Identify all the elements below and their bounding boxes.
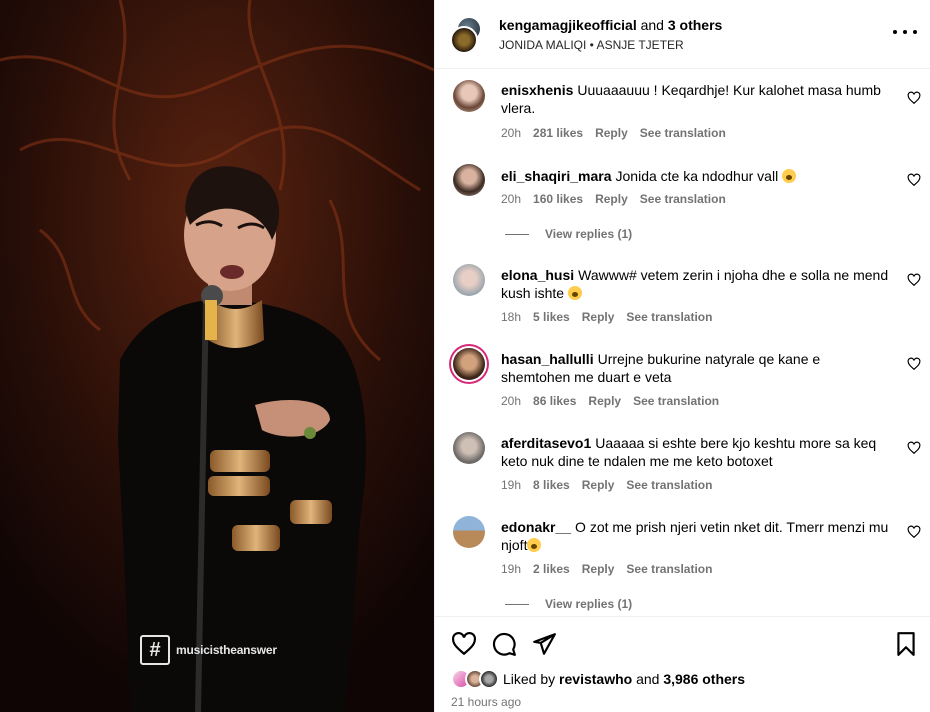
avatar[interactable] — [453, 348, 485, 380]
comment-time[interactable]: 20h — [501, 394, 521, 408]
collab-avatars[interactable] — [450, 16, 488, 54]
reply-button[interactable]: Reply — [588, 394, 621, 408]
comment-text: eli_shaqiri_mara Jonida cte ka ndodhur va… — [501, 167, 891, 185]
heart-icon[interactable] — [907, 173, 921, 187]
hashtag-logo-icon: # — [140, 635, 170, 665]
comment-username[interactable]: hasan_hallulli — [501, 351, 594, 367]
comment-likes[interactable]: 281 likes — [533, 126, 583, 140]
and-text: and — [636, 671, 660, 687]
comment-icon[interactable] — [491, 631, 517, 657]
comment-text: aferditasevo1 Uaaaaa si eshte bere kjo ke… — [501, 434, 891, 470]
comments-list[interactable]: enisxhenis Uuuaaauuu ! Keqardhje! Kur kal… — [435, 70, 930, 615]
share-icon[interactable] — [531, 631, 557, 657]
view-replies-label: View replies (1) — [545, 227, 633, 241]
see-translation-button[interactable]: See translation — [626, 310, 712, 324]
avatar[interactable] — [453, 80, 485, 112]
post-panel: kengamagjikeofficial and 3 others JONIDA… — [434, 0, 930, 712]
comment-username[interactable]: eli_shaqiri_mara — [501, 168, 612, 184]
liker-link[interactable]: revistawho — [559, 671, 632, 687]
comment-username[interactable]: enisxhenis — [501, 82, 573, 98]
comment-time[interactable]: 19h — [501, 478, 521, 492]
comment-body: Jonida cte ka ndodhur vall — [615, 168, 779, 184]
view-replies-button[interactable]: View replies (1) — [505, 227, 632, 241]
flushed-face-icon — [567, 286, 582, 300]
comment-text: elona_husi Wawww# vetem zerin i njoha dhe… — [501, 266, 891, 302]
astonished-face-icon — [527, 538, 542, 552]
reply-button[interactable]: Reply — [595, 192, 628, 206]
avatar — [450, 26, 478, 54]
heart-icon[interactable] — [451, 631, 477, 657]
comment-time[interactable]: 20h — [501, 126, 521, 140]
liked-by-label: Liked by — [503, 671, 556, 687]
heart-icon[interactable] — [907, 441, 921, 455]
heart-icon[interactable] — [907, 357, 921, 371]
likes-summary: Liked by revistawho and 3,986 others — [451, 669, 745, 689]
divider — [505, 603, 529, 605]
post-time[interactable]: 21 hours ago — [451, 695, 521, 709]
bookmark-icon[interactable] — [893, 631, 919, 657]
view-replies-label: View replies (1) — [545, 597, 633, 611]
more-options-icon[interactable] — [893, 22, 917, 42]
comment-meta: 20h 86 likes Reply See translation — [501, 394, 719, 408]
comment-text: enisxhenis Uuuaaauuu ! Keqardhje! Kur kal… — [501, 81, 891, 117]
avatar[interactable] — [453, 516, 485, 548]
see-translation-button[interactable]: See translation — [640, 126, 726, 140]
comment-meta: 19h 2 likes Reply See translation — [501, 562, 712, 576]
post-media[interactable]: # musicistheanswer — [0, 0, 434, 712]
comment-likes[interactable]: 2 likes — [533, 562, 570, 576]
heart-icon[interactable] — [907, 91, 921, 105]
comment-username[interactable]: elona_husi — [501, 267, 574, 283]
watermark: # musicistheanswer — [140, 635, 277, 665]
reply-button[interactable]: Reply — [595, 126, 628, 140]
post-view: # musicistheanswer kengamagjikeofficial … — [0, 0, 930, 712]
comment-time[interactable]: 19h — [501, 562, 521, 576]
comment-meta: 19h 8 likes Reply See translation — [501, 478, 712, 492]
watermark-text: musicistheanswer — [176, 643, 277, 657]
heart-icon[interactable] — [907, 273, 921, 287]
comment-username[interactable]: edonakr__ — [501, 519, 571, 535]
post-authors: kengamagjikeofficial and 3 others — [499, 17, 722, 33]
avatar[interactable] — [453, 264, 485, 296]
reply-button[interactable]: Reply — [582, 562, 615, 576]
reply-button[interactable]: Reply — [582, 478, 615, 492]
likes-text: Liked by revistawho and 3,986 others — [503, 671, 745, 687]
audio-subtitle[interactable]: JONIDA MALIQI • ASNJE TJETER — [499, 38, 684, 52]
others-link[interactable]: 3 others — [668, 17, 722, 33]
heart-icon[interactable] — [907, 525, 921, 539]
comment-likes[interactable]: 8 likes — [533, 478, 570, 492]
avatar[interactable] — [453, 164, 485, 196]
comment-likes[interactable]: 5 likes — [533, 310, 570, 324]
reply-button[interactable]: Reply — [582, 310, 615, 324]
astonished-face-icon — [782, 169, 797, 183]
comment-likes[interactable]: 86 likes — [533, 394, 576, 408]
post-header: kengamagjikeofficial and 3 others JONIDA… — [435, 0, 930, 69]
comment-time[interactable]: 18h — [501, 310, 521, 324]
view-replies-button[interactable]: View replies (1) — [505, 597, 632, 611]
comment-time[interactable]: 20h — [501, 192, 521, 206]
comment-meta: 20h 281 likes Reply See translation — [501, 126, 726, 140]
avatar — [479, 669, 499, 689]
see-translation-button[interactable]: See translation — [626, 478, 712, 492]
comment-likes[interactable]: 160 likes — [533, 192, 583, 206]
see-translation-button[interactable]: See translation — [633, 394, 719, 408]
likes-count-link[interactable]: 3,986 others — [663, 671, 745, 687]
comment-text: edonakr__ O zot me prish njeri vetin nket… — [501, 518, 891, 554]
author-link[interactable]: kengamagjikeofficial — [499, 17, 637, 33]
media-image — [0, 0, 434, 712]
and-text: and — [640, 17, 664, 33]
comment-text: hasan_hallulli Urrejne bukurine natyrale … — [501, 350, 891, 386]
comment-meta: 18h 5 likes Reply See translation — [501, 310, 712, 324]
see-translation-button[interactable]: See translation — [626, 562, 712, 576]
comment-meta: 20h 160 likes Reply See translation — [501, 192, 726, 206]
comment-username[interactable]: aferditasevo1 — [501, 435, 591, 451]
see-translation-button[interactable]: See translation — [640, 192, 726, 206]
avatar[interactable] — [453, 432, 485, 464]
divider — [505, 233, 529, 235]
